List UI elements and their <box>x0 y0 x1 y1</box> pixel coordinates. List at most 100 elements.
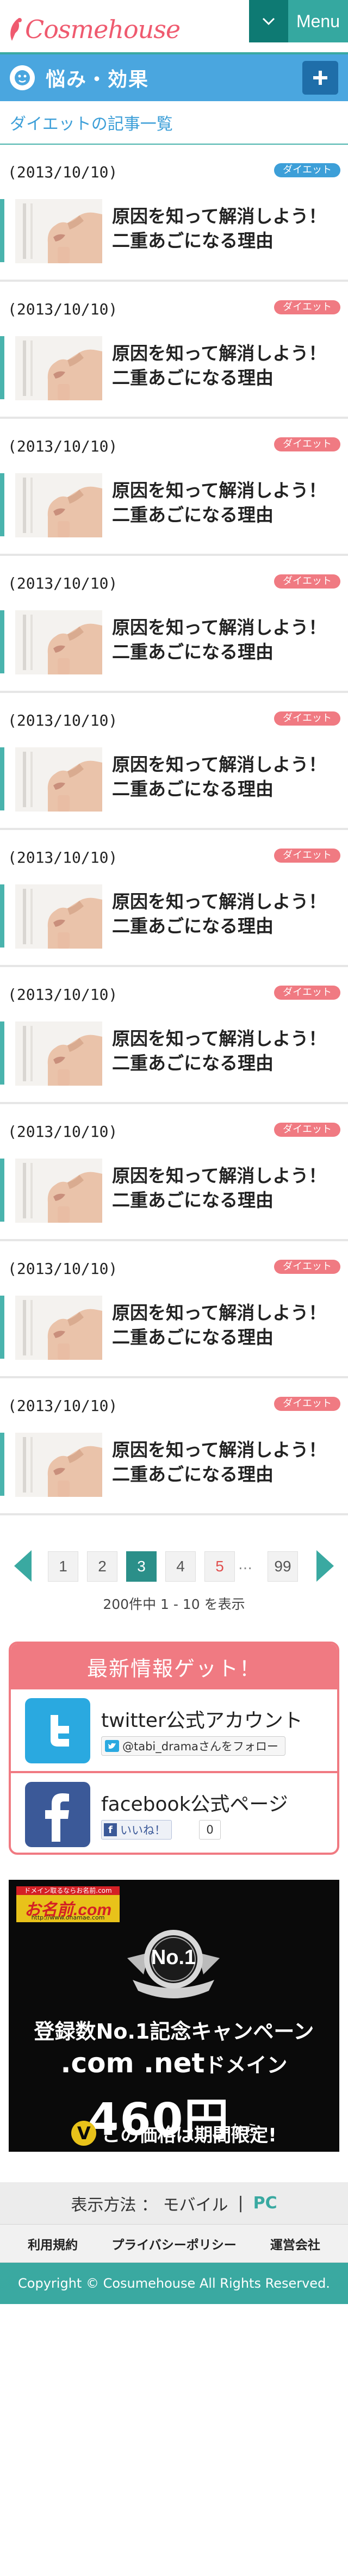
article-title[interactable]: 原因を知って解消しよう！二重あごになる理由 <box>112 1301 340 1349</box>
pagination-info: 200件中 1 - 10 を表示 <box>103 1596 245 1612</box>
page-link-current[interactable]: 3 <box>126 1551 157 1582</box>
article-date: (2013/10/10) <box>8 711 118 729</box>
thumbnail-accent <box>0 884 4 948</box>
article-title[interactable]: 原因を知って解消しよう！二重あごになる理由 <box>112 479 340 527</box>
no1-medal-icon: No.1 <box>122 1920 225 2013</box>
thumbnail-accent <box>0 1021 4 1085</box>
medal-text: No.1 <box>151 1946 196 1969</box>
article-date: (2013/10/10) <box>8 574 118 592</box>
article-list: (2013/10/10) ダイエット 原因を知って解消しよう！二重あごになる理由 (2… <box>0 145 348 1515</box>
thumbnail-accent <box>0 610 4 673</box>
category-badge[interactable]: ダイエット <box>274 1260 340 1274</box>
category-badge[interactable]: ダイエット <box>274 711 340 726</box>
list-heading: ダイエットの記事一覧 <box>10 115 173 134</box>
article-title[interactable]: 原因を知って解消しよう！二重あごになる理由 <box>112 205 340 253</box>
article-thumbnail[interactable] <box>15 747 102 812</box>
category-badge[interactable]: ダイエット <box>274 300 340 314</box>
pc-view-link[interactable]: PC <box>253 2194 277 2213</box>
footer-link-company[interactable]: 運営会社 <box>270 2234 320 2253</box>
banner-v-icon: V <box>71 2121 97 2146</box>
category-badge[interactable]: ダイエット <box>274 849 340 863</box>
pagination: 1 2 3 4 5 … 99 <box>0 1546 348 1584</box>
twitter-bird-icon <box>105 1740 119 1752</box>
thumbnail-accent <box>0 336 4 399</box>
article-thumbnail[interactable] <box>15 199 102 263</box>
logo-text: Cosmehouse <box>25 15 181 44</box>
article-thumbnail[interactable] <box>15 1021 102 1086</box>
logo-lipstick-icon <box>8 17 24 42</box>
footer-link-privacy[interactable]: プライバシーポリシー <box>111 2234 237 2253</box>
article-title[interactable]: 原因を知って解消しよう！二重あごになる理由 <box>112 616 340 664</box>
display-mode-bar: 表示方法 ： モバイル | PC <box>0 2182 348 2225</box>
article-thumbnail[interactable] <box>15 473 102 537</box>
article-item[interactable]: (2013/10/10) ダイエット原因を知って解消しよう！二重あごになる理由 <box>0 556 348 693</box>
page-bottom-space <box>0 2304 348 2478</box>
article-item[interactable]: (2013/10/10) ダイエット 原因を知って解消しよう！二重あごになる理由 <box>0 1241 348 1378</box>
category-badge[interactable]: ダイエット <box>274 1123 340 1137</box>
facebook-row: facebook公式ページ f いいね！ 0 <box>11 1771 337 1853</box>
article-item[interactable]: (2013/10/10) ダイエット原因を知って解消しよう！二重あごになる理由 <box>0 282 348 419</box>
social-box: 最新情報ゲット！ twitter公式アカウント @tabi_dramaさんをフォ… <box>9 1642 339 1855</box>
twitter-icon[interactable] <box>25 1698 90 1763</box>
article-item[interactable]: (2013/10/10) ダイエット原因を知って解消しよう！二重あごになる理由 <box>0 693 348 830</box>
twitter-row: twitter公式アカウント @tabi_dramaさんをフォロー <box>11 1689 337 1771</box>
menu-area: Menu <box>249 0 348 42</box>
article-thumbnail[interactable] <box>15 1296 102 1360</box>
banner-brand-url: http://www.onamae.com <box>31 1914 105 1921</box>
article-item[interactable]: (2013/10/10) ダイエット 原因を知って解消しよう！二重あごになる理由 <box>0 830 348 967</box>
footer-link-terms[interactable]: 利用規約 <box>28 2234 78 2253</box>
menu-button[interactable]: Menu <box>288 0 348 42</box>
facebook-like-button[interactable]: f いいね！ <box>101 1820 172 1840</box>
article-thumbnail[interactable] <box>15 610 102 674</box>
article-date: (2013/10/10) <box>8 163 118 181</box>
twitter-label[interactable]: twitter公式アカウント <box>101 1705 303 1733</box>
twitter-follow-button[interactable]: @tabi_dramaさんをフォロー <box>101 1736 285 1756</box>
article-title[interactable]: 原因を知って解消しよう！二重あごになる理由 <box>112 753 340 801</box>
article-thumbnail[interactable] <box>15 1433 102 1497</box>
article-date: (2013/10/10) <box>8 300 118 318</box>
article-title[interactable]: 原因を知って解消しよう！二重あごになる理由 <box>112 1027 340 1075</box>
article-item[interactable]: (2013/10/10) ダイエット原因を知って解消しよう！二重あごになる理由 <box>0 145 348 282</box>
article-item[interactable]: (2013/10/10) ダイエット原因を知って解消しよう！二重あごになる理由 <box>0 419 348 556</box>
article-title[interactable]: 原因を知って解消しよう！二重あごになる理由 <box>112 1164 340 1212</box>
article-item[interactable]: (2013/10/10) ダイエット原因を知って解消しよう！二重あごになる理由 <box>0 967 348 1104</box>
face-icon <box>10 65 35 90</box>
banner-ad[interactable]: ドメイン取るならお名前.com お名前.com http://www.onama… <box>9 1880 339 2152</box>
category-badge[interactable]: ダイエット <box>274 574 340 589</box>
category-badge[interactable]: ダイエット <box>274 1397 340 1411</box>
facebook-like-label: いいね！ <box>120 1824 166 1837</box>
chevron-down-icon <box>262 17 275 26</box>
plus-icon <box>313 71 327 85</box>
category-badge[interactable]: ダイエット <box>274 986 340 1000</box>
page-link-5[interactable]: 5 <box>204 1551 235 1582</box>
article-title[interactable]: 原因を知って解消しよう！二重あごになる理由 <box>112 890 340 938</box>
article-date: (2013/10/10) <box>8 986 118 1004</box>
page-link-2[interactable]: 2 <box>87 1551 117 1582</box>
facebook-icon[interactable] <box>25 1782 90 1847</box>
banner-top-caption: ドメイン取るならお名前.com <box>16 1886 120 1895</box>
page-ellipsis: … <box>238 1557 252 1573</box>
category-title: 悩み・効果 <box>46 69 150 91</box>
facebook-label[interactable]: facebook公式ページ <box>101 1788 288 1817</box>
page-link-last[interactable]: 99 <box>268 1551 298 1582</box>
article-item[interactable]: (2013/10/10) ダイエット 原因を知って解消しよう！二重あごになる理由 <box>0 1378 348 1515</box>
expand-plus-button[interactable] <box>302 61 338 95</box>
article-thumbnail[interactable] <box>15 884 102 949</box>
next-page-arrow-icon[interactable] <box>314 1549 336 1583</box>
category-badge[interactable]: ダイエット <box>274 163 340 177</box>
site-logo[interactable]: Cosmehouse <box>8 14 181 45</box>
display-mode-label: 表示方法 ： モバイル <box>71 2195 228 2215</box>
footer-links: 利用規約 プライバシーポリシー 運営会社 <box>0 2225 348 2263</box>
category-badge[interactable]: ダイエット <box>274 437 340 451</box>
banner-limited-text: この価格は期間限定! <box>102 2124 277 2146</box>
article-thumbnail[interactable] <box>15 1159 102 1223</box>
article-thumbnail[interactable] <box>15 336 102 400</box>
menu-chevron-button[interactable] <box>249 0 288 42</box>
article-title[interactable]: 原因を知って解消しよう！二重あごになる理由 <box>112 342 340 390</box>
page-link-4[interactable]: 4 <box>165 1551 196 1582</box>
prev-page-arrow-icon[interactable] <box>12 1549 34 1583</box>
page-link-1[interactable]: 1 <box>48 1551 78 1582</box>
article-item[interactable]: (2013/10/10) ダイエット 原因を知って解消しよう！二重あごになる理由 <box>0 1104 348 1241</box>
article-date: (2013/10/10) <box>8 437 118 455</box>
article-title[interactable]: 原因を知って解消しよう！二重あごになる理由 <box>112 1438 340 1487</box>
